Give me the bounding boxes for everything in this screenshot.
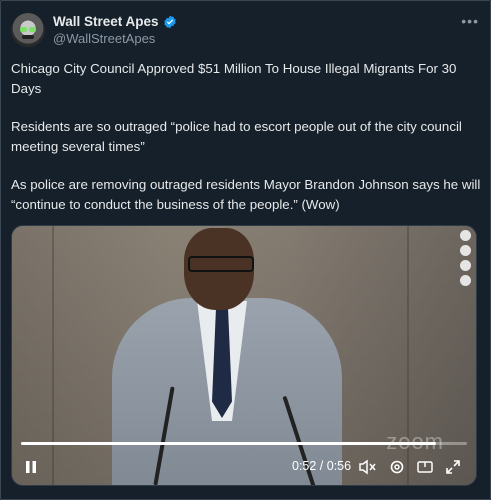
tweet-paragraph: As police are removing outraged resident… <box>11 177 481 212</box>
mute-icon[interactable] <box>359 455 377 479</box>
video-player[interactable]: zoom 0:52 / 0:56 <box>11 225 477 486</box>
speaker-figure <box>92 226 352 485</box>
video-side-icons <box>460 230 472 286</box>
avatar-eye-icon <box>29 27 36 32</box>
settings-icon[interactable] <box>389 455 405 479</box>
avatar-mouth-icon <box>22 35 34 39</box>
tweet-card: Wall Street Apes @WallStreetApes ••• Chi… <box>0 0 491 500</box>
more-options-icon[interactable]: ••• <box>461 13 479 29</box>
tweet-paragraph: Chicago City Council Approved $51 Millio… <box>11 61 457 96</box>
display-name[interactable]: Wall Street Apes <box>53 14 159 29</box>
tweet-header: Wall Street Apes @WallStreetApes ••• <box>11 13 481 47</box>
side-icon <box>460 260 471 271</box>
side-icon <box>460 245 471 256</box>
side-icon <box>460 230 471 241</box>
avatar-eye-icon <box>20 27 27 32</box>
name-row: Wall Street Apes <box>53 14 177 29</box>
pause-icon[interactable] <box>24 455 38 479</box>
video-controls: 0:52 / 0:56 <box>12 455 476 479</box>
verified-badge-icon[interactable] <box>163 15 177 29</box>
tweet-text: Chicago City Council Approved $51 Millio… <box>11 59 481 233</box>
side-icon <box>460 275 471 286</box>
avatar[interactable] <box>11 13 45 47</box>
user-handle[interactable]: @WallStreetApes <box>53 31 155 46</box>
video-progress-bar[interactable] <box>21 442 467 445</box>
video-time: 0:52 / 0:56 <box>292 459 352 473</box>
wall-panel-line <box>52 226 54 485</box>
speaker-glasses <box>188 256 254 272</box>
pip-icon[interactable] <box>417 455 433 479</box>
video-progress-fill <box>21 442 436 445</box>
fullscreen-icon[interactable] <box>445 455 461 479</box>
tweet-paragraph: Residents are so outraged “police had to… <box>11 119 462 154</box>
